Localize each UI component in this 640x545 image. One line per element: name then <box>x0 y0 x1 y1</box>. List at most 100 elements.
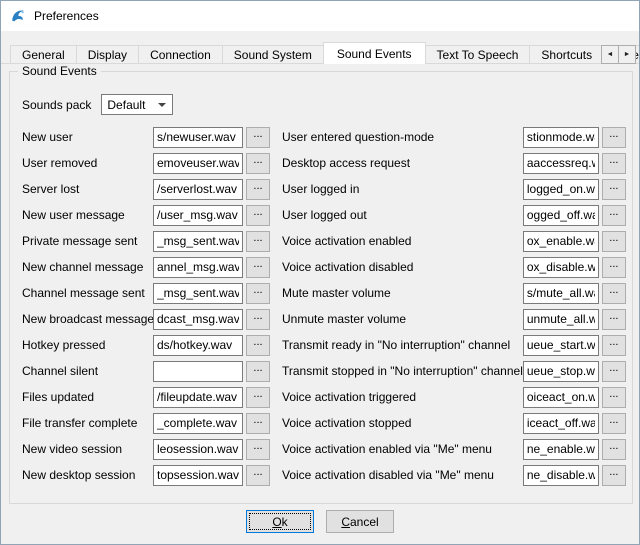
browse-button[interactable]: ... <box>602 387 626 408</box>
browse-button[interactable]: ... <box>602 361 626 382</box>
sound-file-input[interactable] <box>153 153 243 174</box>
browse-button[interactable]: ... <box>602 413 626 434</box>
browse-button[interactable]: ... <box>246 413 270 434</box>
table-row: Channel message sent ... <box>22 280 270 306</box>
table-row: Hotkey pressed ... <box>22 332 270 358</box>
browse-button[interactable]: ... <box>602 179 626 200</box>
browse-button[interactable]: ... <box>602 465 626 486</box>
browse-button[interactable]: ... <box>246 361 270 382</box>
table-row: Voice activation enabled via "Me" menu .… <box>282 436 626 462</box>
sound-file-input[interactable] <box>153 179 243 200</box>
sound-event-label: Voice activation stopped <box>282 416 523 430</box>
table-row: Desktop access request ... <box>282 150 626 176</box>
preferences-dialog: Preferences General Display Connection S… <box>0 0 640 545</box>
sound-event-label: New video session <box>22 442 153 456</box>
browse-button[interactable]: ... <box>246 309 270 330</box>
browse-button[interactable]: ... <box>246 205 270 226</box>
titlebar: Preferences <box>1 1 639 31</box>
sounds-pack-value: Default <box>107 98 145 112</box>
tab-scroll-left-button[interactable]: ◄ <box>601 45 619 64</box>
sound-file-input[interactable] <box>523 127 599 148</box>
chevron-down-icon <box>158 103 166 107</box>
browse-button[interactable]: ... <box>246 439 270 460</box>
sound-file-input[interactable] <box>153 309 243 330</box>
sound-event-label: Voice activation enabled <box>282 234 523 248</box>
sound-file-input[interactable] <box>523 413 599 434</box>
table-row: New user message ... <box>22 202 270 228</box>
browse-button[interactable]: ... <box>246 387 270 408</box>
table-row: Files updated ... <box>22 384 270 410</box>
sound-event-label: Mute master volume <box>282 286 523 300</box>
browse-button[interactable]: ... <box>246 231 270 252</box>
tab-text-to-speech[interactable]: Text To Speech <box>425 45 531 64</box>
sound-file-input[interactable] <box>523 387 599 408</box>
tab-shortcuts[interactable]: Shortcuts <box>529 45 604 64</box>
sound-file-input[interactable] <box>523 205 599 226</box>
table-row: Transmit stopped in "No interruption" ch… <box>282 358 626 384</box>
sounds-pack-label: Sounds pack <box>22 98 91 112</box>
table-row: Channel silent ... <box>22 358 270 384</box>
browse-button[interactable]: ... <box>602 153 626 174</box>
browse-button[interactable]: ... <box>246 179 270 200</box>
table-row: Voice activation disabled via "Me" menu … <box>282 462 626 488</box>
sounds-pack-row: Sounds pack Default <box>22 94 173 115</box>
browse-button[interactable]: ... <box>246 127 270 148</box>
sound-event-label: Voice activation enabled via "Me" menu <box>282 442 523 456</box>
sound-event-label: User logged out <box>282 208 523 222</box>
table-row: Voice activation stopped ... <box>282 410 626 436</box>
table-row: New desktop session ... <box>22 462 270 488</box>
browse-button[interactable]: ... <box>246 257 270 278</box>
tab-sound-system[interactable]: Sound System <box>222 45 324 64</box>
sound-events-right-column: User entered question-mode ... Desktop a… <box>282 124 626 488</box>
cancel-button-label: C <box>341 515 350 529</box>
browse-button[interactable]: ... <box>602 231 626 252</box>
tab-display[interactable]: Display <box>76 45 139 64</box>
sound-file-input[interactable] <box>153 387 243 408</box>
sound-file-input[interactable] <box>523 439 599 460</box>
window-title: Preferences <box>34 9 99 23</box>
browse-button[interactable]: ... <box>246 465 270 486</box>
sound-file-input[interactable] <box>523 465 599 486</box>
browse-button[interactable]: ... <box>602 335 626 356</box>
browse-button[interactable]: ... <box>602 309 626 330</box>
browse-button[interactable]: ... <box>602 439 626 460</box>
sound-file-input[interactable] <box>153 439 243 460</box>
sound-file-input[interactable] <box>523 179 599 200</box>
sound-file-input[interactable] <box>153 335 243 356</box>
sound-file-input[interactable] <box>523 283 599 304</box>
table-row: User entered question-mode ... <box>282 124 626 150</box>
sound-event-label: Hotkey pressed <box>22 338 153 352</box>
browse-button[interactable]: ... <box>246 283 270 304</box>
sound-file-input[interactable] <box>523 153 599 174</box>
browse-button[interactable]: ... <box>602 257 626 278</box>
sound-file-input[interactable] <box>153 361 243 382</box>
table-row: File transfer complete ... <box>22 410 270 436</box>
browse-button[interactable]: ... <box>602 127 626 148</box>
sound-event-label: New user <box>22 130 153 144</box>
sounds-pack-select[interactable]: Default <box>101 94 173 115</box>
sound-file-input[interactable] <box>153 283 243 304</box>
tab-sound-events[interactable]: Sound Events <box>323 42 426 64</box>
sound-file-input[interactable] <box>523 361 599 382</box>
browse-button[interactable]: ... <box>246 335 270 356</box>
sound-file-input[interactable] <box>153 231 243 252</box>
sound-file-input[interactable] <box>523 335 599 356</box>
tab-scroll-right-button[interactable]: ► <box>618 45 636 64</box>
browse-button[interactable]: ... <box>602 205 626 226</box>
tab-connection[interactable]: Connection <box>138 45 223 64</box>
cancel-button[interactable]: Cancel <box>326 510 394 533</box>
sound-file-input[interactable] <box>153 465 243 486</box>
groupbox-label: Sound Events <box>18 64 101 78</box>
browse-button[interactable]: ... <box>602 283 626 304</box>
sound-file-input[interactable] <box>153 127 243 148</box>
ok-button[interactable]: Ok <box>246 510 314 533</box>
sound-file-input[interactable] <box>523 231 599 252</box>
table-row: Transmit ready in "No interruption" chan… <box>282 332 626 358</box>
sound-file-input[interactable] <box>153 205 243 226</box>
browse-button[interactable]: ... <box>246 153 270 174</box>
sound-file-input[interactable] <box>153 257 243 278</box>
tab-general[interactable]: General <box>10 45 77 64</box>
sound-file-input[interactable] <box>523 309 599 330</box>
sound-file-input[interactable] <box>153 413 243 434</box>
sound-file-input[interactable] <box>523 257 599 278</box>
